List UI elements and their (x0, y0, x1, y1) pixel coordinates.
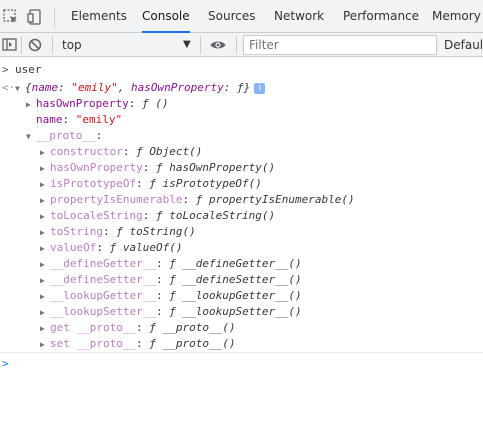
collapsed-triangle-icon[interactable]: ▶ (40, 241, 50, 257)
console-divider (0, 352, 483, 353)
input-prompt-icon: > (2, 63, 9, 76)
expanded-triangle-icon[interactable]: ▼ (26, 129, 36, 145)
proto-property-row[interactable]: ▶ constructor: ƒ Object() (40, 144, 202, 160)
result-summary[interactable]: ▼ {name: "emily", hasOwnProperty: ƒ} i (15, 80, 266, 97)
proto-property-row[interactable]: ▶ toString: ƒ toString() (40, 224, 196, 240)
proto-property-row[interactable]: ▶ set __proto__: ƒ __proto__() (40, 336, 235, 352)
collapsed-triangle-icon[interactable]: ▶ (40, 337, 50, 353)
proto-property-row[interactable]: ▶ __defineSetter__: ƒ __defineSetter__() (40, 272, 302, 288)
tab-sources[interactable]: Sources (208, 0, 255, 33)
console-input-row: > user (0, 62, 483, 78)
toolbar-divider (52, 36, 53, 54)
inspect-element-icon[interactable] (2, 8, 20, 26)
context-selector[interactable]: top (62, 37, 192, 53)
log-levels-dropdown[interactable]: Default (444, 37, 483, 53)
proto-property-row[interactable]: ▶ get __proto__: ƒ __proto__() (40, 320, 235, 336)
proto-property-row[interactable]: ▶ hasOwnProperty: ƒ hasOwnProperty() (40, 160, 275, 176)
live-expression-eye-icon[interactable] (209, 36, 227, 54)
toolbar-divider (200, 36, 201, 54)
object-property-row[interactable]: ▶ hasOwnProperty: ƒ () (26, 96, 168, 112)
collapsed-triangle-icon[interactable]: ▶ (40, 177, 50, 193)
proto-property-row[interactable]: ▶ valueOf: ƒ valueOf() (40, 240, 182, 256)
context-dropdown-icon[interactable]: ▼ (183, 37, 191, 53)
tab-network[interactable]: Network (274, 0, 324, 33)
console-input-text: user (15, 63, 42, 76)
collapsed-triangle-icon[interactable]: ▶ (40, 289, 50, 305)
info-icon[interactable]: i (254, 83, 266, 94)
clear-console-icon[interactable] (26, 36, 44, 54)
collapsed-triangle-icon[interactable]: ▶ (40, 305, 50, 321)
tab-memory[interactable]: Memory (432, 0, 481, 33)
tab-console[interactable]: Console (142, 0, 190, 33)
console-result-row[interactable]: <· ▼ {name: "emily", hasOwnProperty: ƒ} i (0, 80, 483, 96)
devtools-tab-bar: Elements Console Sources Network Perform… (0, 0, 483, 33)
collapsed-triangle-icon[interactable]: ▶ (40, 193, 50, 209)
toolbar-divider (21, 36, 22, 54)
collapsed-triangle-icon[interactable]: ▶ (26, 97, 36, 113)
proto-property-row[interactable]: ▶ isPrototypeOf: ƒ isPrototypeOf() (40, 176, 262, 192)
object-property-row[interactable]: name: "emily" (36, 112, 122, 128)
proto-property-row[interactable]: ▶ toLocaleString: ƒ toLocaleString() (40, 208, 275, 224)
proto-property-row[interactable]: ▶ __lookupSetter__: ƒ __lookupSetter__() (40, 304, 302, 320)
sidebar-toggle-icon[interactable] (1, 36, 19, 54)
toolbar-divider (236, 36, 237, 54)
collapsed-triangle-icon[interactable]: ▶ (40, 273, 50, 289)
proto-property-row[interactable]: ▶ __lookupGetter__: ƒ __lookupGetter__() (40, 288, 302, 304)
console-toolbar: top ▼ Filter Default (0, 33, 483, 57)
result-arrow-icon: <· (2, 81, 16, 94)
expanded-triangle-icon[interactable]: ▼ (15, 81, 25, 97)
tab-elements[interactable]: Elements (71, 0, 127, 33)
console-prompt-row[interactable]: > (0, 356, 483, 372)
collapsed-triangle-icon[interactable]: ▶ (40, 225, 50, 241)
tab-performance[interactable]: Performance (343, 0, 419, 33)
tab-bar-divider (54, 7, 55, 27)
collapsed-triangle-icon[interactable]: ▶ (40, 145, 50, 161)
filter-input[interactable]: Filter (243, 35, 437, 55)
collapsed-triangle-icon[interactable]: ▶ (40, 257, 50, 273)
proto-property-row[interactable]: ▶ propertyIsEnumerable: ƒ propertyIsEnume… (40, 192, 355, 208)
proto-row[interactable]: ▼ __proto__: (26, 128, 102, 144)
proto-property-row[interactable]: ▶ __defineGetter__: ƒ __defineGetter__() (40, 256, 302, 272)
prompt-caret-icon: > (2, 357, 9, 370)
device-toolbar-icon[interactable] (26, 8, 44, 26)
collapsed-triangle-icon[interactable]: ▶ (40, 161, 50, 177)
collapsed-triangle-icon[interactable]: ▶ (40, 209, 50, 225)
collapsed-triangle-icon[interactable]: ▶ (40, 321, 50, 337)
console-output: > user <· ▼ {name: "emily", hasOwnPropert… (0, 58, 483, 423)
